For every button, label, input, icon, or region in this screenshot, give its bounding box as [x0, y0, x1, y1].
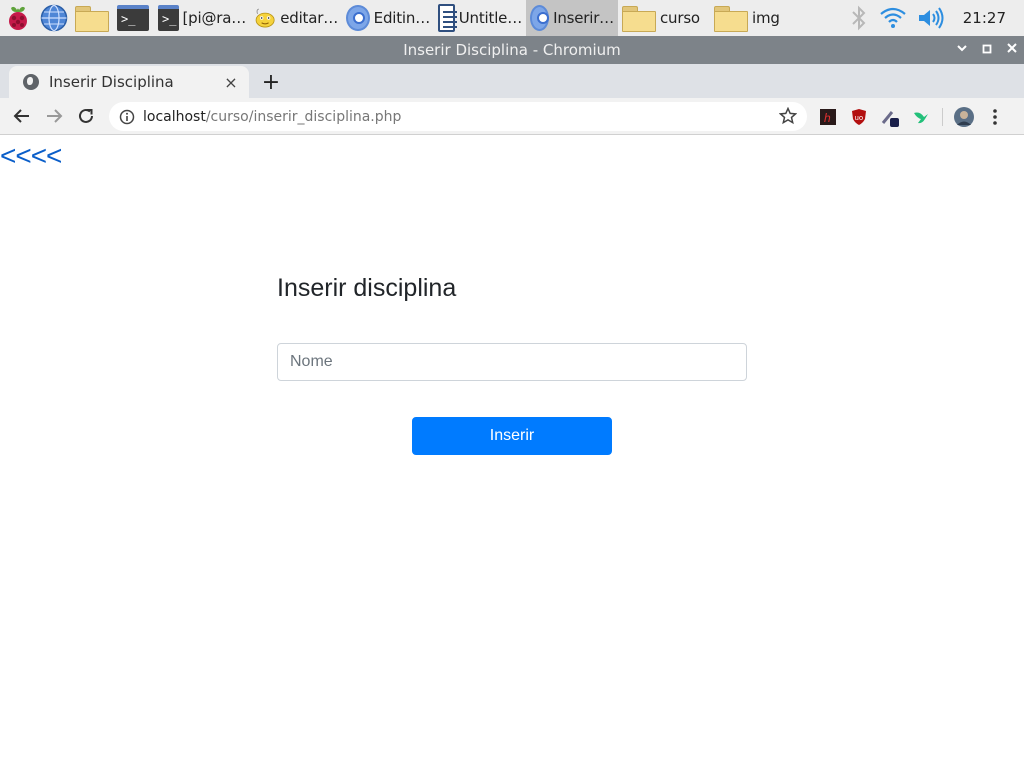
task-chromium-editing[interactable]: Editin…: [342, 0, 434, 36]
tab-strip: Inserir Disciplina × +: [0, 64, 1024, 98]
h-extension-icon[interactable]: h: [818, 107, 838, 127]
document-icon: [438, 4, 457, 32]
window-title: Inserir Disciplina - Chromium: [403, 41, 621, 59]
new-tab-button[interactable]: +: [258, 68, 284, 96]
color-picker-icon[interactable]: [880, 107, 900, 127]
url-host: localhost: [143, 108, 206, 125]
browser-toolbar: localhost/curso/inserir_disciplina.php h…: [0, 98, 1024, 135]
taskbar: >_ >_ [pi@ra… editar… Editin… Untitle… I…: [0, 0, 1024, 36]
text-editor-icon: [255, 8, 275, 28]
task-label: curso: [660, 9, 700, 27]
tab-title: Inserir Disciplina: [49, 73, 174, 91]
chromium-icon: [530, 5, 550, 31]
arrow-right-icon: [47, 109, 63, 123]
wifi-icon[interactable]: [879, 6, 907, 30]
forward-button[interactable]: [38, 100, 70, 132]
task-terminal[interactable]: >_ [pi@ra…: [154, 0, 250, 36]
close-window-icon[interactable]: [1006, 42, 1018, 58]
volume-icon[interactable]: [917, 6, 945, 30]
file-manager-launcher-icon[interactable]: [72, 0, 112, 36]
address-bar[interactable]: localhost/curso/inserir_disciplina.php: [109, 102, 807, 131]
arrow-left-icon: [13, 109, 29, 123]
tab-inserir-disciplina[interactable]: Inserir Disciplina ×: [9, 66, 249, 98]
task-folder-curso[interactable]: curso: [618, 0, 710, 36]
bookmark-star-icon[interactable]: [778, 106, 798, 129]
task-document[interactable]: Untitle…: [434, 0, 526, 36]
page-content: <<<< Inserir disciplina Inserir: [0, 136, 1024, 768]
task-folder-img[interactable]: img: [710, 0, 802, 36]
task-label: Untitle…: [458, 9, 522, 27]
chevron-down-icon[interactable]: [956, 42, 968, 58]
reload-button[interactable]: [70, 100, 102, 132]
task-label: [pi@ra…: [182, 9, 247, 27]
bluetooth-icon[interactable]: [849, 5, 869, 31]
folder-icon: [714, 6, 748, 32]
svg-text:uo: uo: [855, 114, 864, 122]
globe-icon: [23, 74, 39, 90]
raspberry-menu-icon[interactable]: [0, 0, 36, 36]
window-titlebar: Inserir Disciplina - Chromium: [0, 36, 1024, 64]
chromium-icon: [346, 5, 370, 31]
back-button[interactable]: [6, 100, 38, 132]
folder-icon: [622, 6, 656, 32]
insert-button[interactable]: Inserir: [412, 417, 612, 455]
toolbar-divider: [942, 107, 943, 126]
back-link[interactable]: <<<<: [0, 140, 62, 172]
url-path: /curso/inserir_disciplina.php: [205, 108, 402, 125]
svg-text:h: h: [824, 111, 831, 125]
terminal-icon: >_: [158, 5, 179, 31]
reload-icon: [79, 108, 93, 123]
task-label: Editin…: [373, 9, 431, 27]
name-input[interactable]: [277, 343, 747, 381]
restore-icon[interactable]: [982, 43, 992, 58]
web-browser-launcher-icon[interactable]: [36, 0, 72, 36]
clock: 21:27: [962, 9, 1006, 27]
menu-kebab-icon[interactable]: [985, 107, 1005, 127]
close-tab-icon[interactable]: ×: [223, 73, 239, 92]
info-icon[interactable]: [119, 109, 135, 125]
system-tray: 21:27: [849, 5, 1024, 31]
task-label: img: [752, 9, 780, 27]
avatar[interactable]: [954, 106, 974, 127]
ublock-shield-icon[interactable]: uo: [849, 107, 869, 127]
task-label: editar…: [280, 9, 338, 27]
task-label: Inserir…: [553, 9, 614, 27]
page-title: Inserir disciplina: [277, 274, 457, 302]
insert-discipline-form: Inserir disciplina Inserir: [277, 274, 747, 455]
task-text-editor[interactable]: editar…: [250, 0, 342, 36]
terminal-launcher-icon[interactable]: >_: [112, 0, 154, 36]
bird-extension-icon[interactable]: [911, 107, 931, 127]
extensions-area: h uo: [818, 98, 1005, 135]
task-chromium-inserir[interactable]: Inserir…: [526, 0, 618, 36]
